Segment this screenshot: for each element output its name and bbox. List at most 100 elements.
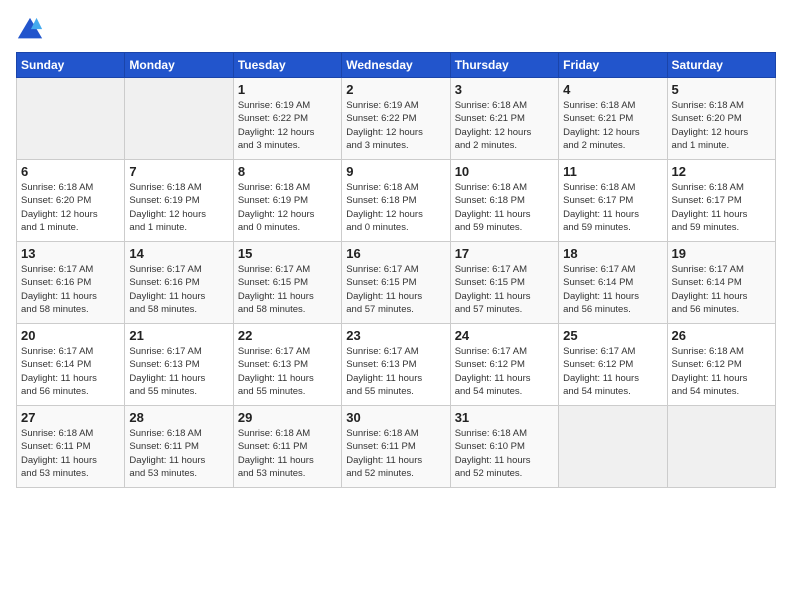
calendar-cell: 11 Sunrise: 6:18 AM Sunset: 6:17 PM Dayli… [559,160,667,242]
day-info: Sunrise: 6:18 AM Sunset: 6:17 PM Dayligh… [672,181,771,234]
day-info: Sunrise: 6:17 AM Sunset: 6:13 PM Dayligh… [129,345,228,398]
day-number: 26 [672,328,771,343]
day-info: Sunrise: 6:19 AM Sunset: 6:22 PM Dayligh… [238,99,337,152]
calendar-cell: 28 Sunrise: 6:18 AM Sunset: 6:11 PM Dayli… [125,406,233,488]
calendar-cell: 1 Sunrise: 6:19 AM Sunset: 6:22 PM Daylig… [233,78,341,160]
day-number: 13 [21,246,120,261]
calendar-cell [559,406,667,488]
day-number: 31 [455,410,554,425]
calendar-cell: 25Sunrise: 6:17 AM Sunset: 6:12 PM Dayli… [559,324,667,406]
calendar-cell: 8 Sunrise: 6:18 AM Sunset: 6:19 PM Daylig… [233,160,341,242]
calendar-cell: 17 Sunrise: 6:17 AM Sunset: 6:15 PM Dayli… [450,242,558,324]
day-number: 2 [346,82,445,97]
week-row-1: 1 Sunrise: 6:19 AM Sunset: 6:22 PM Daylig… [17,78,776,160]
day-info: Sunrise: 6:17 AM Sunset: 6:16 PM Dayligh… [21,263,120,316]
day-number: 23 [346,328,445,343]
week-row-2: 6 Sunrise: 6:18 AM Sunset: 6:20 PM Daylig… [17,160,776,242]
day-info: Sunrise: 6:18 AM Sunset: 6:10 PM Dayligh… [455,427,554,480]
header-row: SundayMondayTuesdayWednesdayThursdayFrid… [17,53,776,78]
calendar-cell: 2 Sunrise: 6:19 AM Sunset: 6:22 PM Daylig… [342,78,450,160]
calendar-body: 1 Sunrise: 6:19 AM Sunset: 6:22 PM Daylig… [17,78,776,488]
page-header [16,16,776,44]
day-number: 25 [563,328,662,343]
day-number: 6 [21,164,120,179]
calendar-cell [667,406,775,488]
calendar-cell: 30 Sunrise: 6:18 AM Sunset: 6:11 PM Dayli… [342,406,450,488]
calendar-cell: 13 Sunrise: 6:17 AM Sunset: 6:16 PM Dayli… [17,242,125,324]
day-header-tuesday: Tuesday [233,53,341,78]
day-header-saturday: Saturday [667,53,775,78]
calendar-cell: 7Sunrise: 6:18 AM Sunset: 6:19 PM Daylig… [125,160,233,242]
calendar-cell: 26Sunrise: 6:18 AM Sunset: 6:12 PM Dayli… [667,324,775,406]
day-number: 30 [346,410,445,425]
day-number: 20 [21,328,120,343]
day-header-monday: Monday [125,53,233,78]
calendar-cell: 4Sunrise: 6:18 AM Sunset: 6:21 PM Daylig… [559,78,667,160]
day-number: 19 [672,246,771,261]
day-header-thursday: Thursday [450,53,558,78]
day-info: Sunrise: 6:18 AM Sunset: 6:21 PM Dayligh… [455,99,554,152]
day-info: Sunrise: 6:19 AM Sunset: 6:22 PM Dayligh… [346,99,445,152]
day-info: Sunrise: 6:18 AM Sunset: 6:11 PM Dayligh… [129,427,228,480]
calendar-cell: 22 Sunrise: 6:17 AM Sunset: 6:13 PM Dayli… [233,324,341,406]
day-number: 8 [238,164,337,179]
day-number: 27 [21,410,120,425]
calendar-cell: 3 Sunrise: 6:18 AM Sunset: 6:21 PM Daylig… [450,78,558,160]
week-row-5: 27 Sunrise: 6:18 AM Sunset: 6:11 PM Dayli… [17,406,776,488]
calendar-cell: 18 Sunrise: 6:17 AM Sunset: 6:14 PM Dayli… [559,242,667,324]
day-number: 12 [672,164,771,179]
day-info: Sunrise: 6:18 AM Sunset: 6:11 PM Dayligh… [346,427,445,480]
day-number: 7 [129,164,228,179]
day-number: 24 [455,328,554,343]
day-header-wednesday: Wednesday [342,53,450,78]
calendar-cell: 5Sunrise: 6:18 AM Sunset: 6:20 PM Daylig… [667,78,775,160]
day-number: 22 [238,328,337,343]
day-info: Sunrise: 6:17 AM Sunset: 6:15 PM Dayligh… [346,263,445,316]
calendar-cell: 10Sunrise: 6:18 AM Sunset: 6:18 PM Dayli… [450,160,558,242]
calendar-cell: 27 Sunrise: 6:18 AM Sunset: 6:11 PM Dayli… [17,406,125,488]
calendar-cell: 19 Sunrise: 6:17 AM Sunset: 6:14 PM Dayli… [667,242,775,324]
day-info: Sunrise: 6:17 AM Sunset: 6:15 PM Dayligh… [238,263,337,316]
day-info: Sunrise: 6:17 AM Sunset: 6:12 PM Dayligh… [455,345,554,398]
day-number: 17 [455,246,554,261]
day-info: Sunrise: 6:18 AM Sunset: 6:19 PM Dayligh… [238,181,337,234]
calendar-cell: 29Sunrise: 6:18 AM Sunset: 6:11 PM Dayli… [233,406,341,488]
day-info: Sunrise: 6:18 AM Sunset: 6:21 PM Dayligh… [563,99,662,152]
day-info: Sunrise: 6:17 AM Sunset: 6:15 PM Dayligh… [455,263,554,316]
calendar-cell [17,78,125,160]
day-number: 28 [129,410,228,425]
day-info: Sunrise: 6:17 AM Sunset: 6:14 PM Dayligh… [563,263,662,316]
week-row-3: 13 Sunrise: 6:17 AM Sunset: 6:16 PM Dayli… [17,242,776,324]
day-header-sunday: Sunday [17,53,125,78]
day-number: 29 [238,410,337,425]
day-number: 15 [238,246,337,261]
calendar-table: SundayMondayTuesdayWednesdayThursdayFrid… [16,52,776,488]
logo [16,16,48,44]
day-info: Sunrise: 6:18 AM Sunset: 6:18 PM Dayligh… [346,181,445,234]
day-number: 9 [346,164,445,179]
day-info: Sunrise: 6:18 AM Sunset: 6:11 PM Dayligh… [21,427,120,480]
day-info: Sunrise: 6:17 AM Sunset: 6:14 PM Dayligh… [21,345,120,398]
calendar-cell: 21 Sunrise: 6:17 AM Sunset: 6:13 PM Dayli… [125,324,233,406]
day-info: Sunrise: 6:17 AM Sunset: 6:14 PM Dayligh… [672,263,771,316]
calendar-cell: 23 Sunrise: 6:17 AM Sunset: 6:13 PM Dayli… [342,324,450,406]
calendar-cell: 31 Sunrise: 6:18 AM Sunset: 6:10 PM Dayli… [450,406,558,488]
day-number: 3 [455,82,554,97]
day-info: Sunrise: 6:18 AM Sunset: 6:20 PM Dayligh… [21,181,120,234]
day-info: Sunrise: 6:17 AM Sunset: 6:13 PM Dayligh… [238,345,337,398]
day-number: 16 [346,246,445,261]
calendar-cell: 6 Sunrise: 6:18 AM Sunset: 6:20 PM Daylig… [17,160,125,242]
day-number: 14 [129,246,228,261]
calendar-cell: 24 Sunrise: 6:17 AM Sunset: 6:12 PM Dayli… [450,324,558,406]
calendar-cell [125,78,233,160]
day-number: 1 [238,82,337,97]
day-info: Sunrise: 6:18 AM Sunset: 6:17 PM Dayligh… [563,181,662,234]
calendar-cell: 15 Sunrise: 6:17 AM Sunset: 6:15 PM Dayli… [233,242,341,324]
day-number: 21 [129,328,228,343]
day-header-friday: Friday [559,53,667,78]
calendar-header: SundayMondayTuesdayWednesdayThursdayFrid… [17,53,776,78]
day-number: 18 [563,246,662,261]
logo-icon [16,16,44,44]
day-info: Sunrise: 6:17 AM Sunset: 6:13 PM Dayligh… [346,345,445,398]
day-number: 11 [563,164,662,179]
